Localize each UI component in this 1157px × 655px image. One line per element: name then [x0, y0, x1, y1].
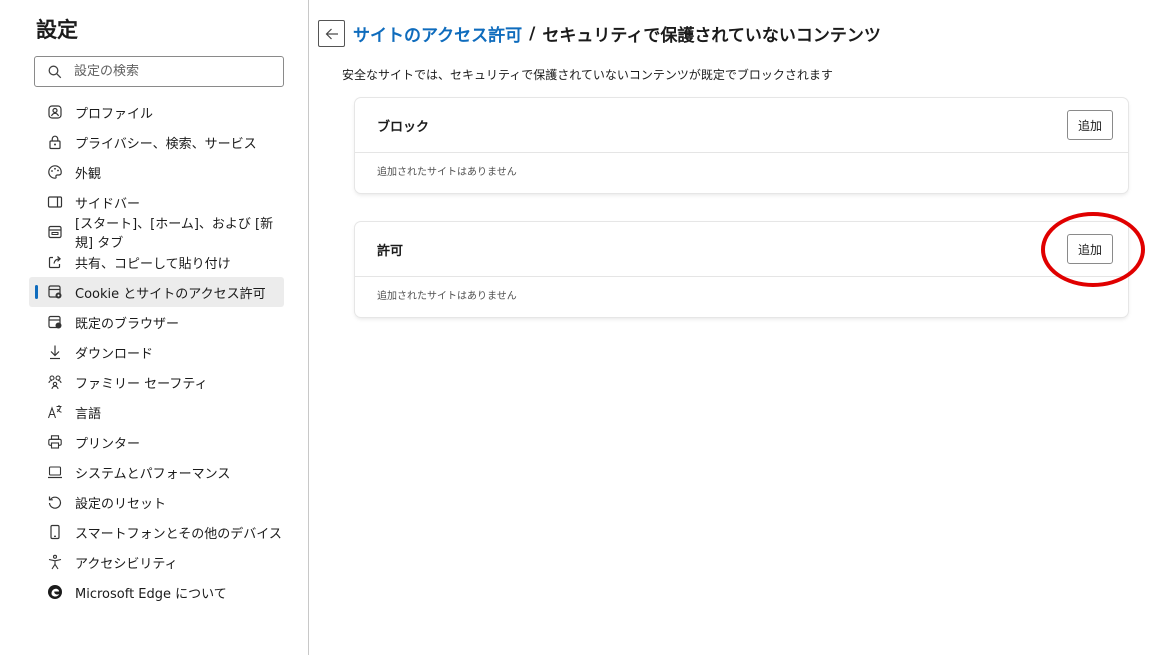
appearance-icon [47, 164, 63, 180]
system-icon [47, 464, 63, 480]
home-tab-icon [47, 224, 63, 240]
sidebar-item-cookies-site-permissions[interactable]: Cookie とサイトのアクセス許可 [29, 277, 284, 307]
sidebar-item-profile[interactable]: プロファイル [29, 97, 284, 127]
sidebar-item-reset-settings[interactable]: 設定のリセット [29, 487, 284, 517]
page-header: サイトのアクセス許可 / セキュリティで保護されていないコンテンツ [318, 20, 881, 47]
sidebar-item-downloads[interactable]: ダウンロード [29, 337, 284, 367]
arrow-left-icon [325, 28, 338, 39]
accessibility-icon [47, 554, 63, 570]
language-icon [47, 404, 63, 420]
allow-add-button[interactable]: 追加 [1066, 234, 1113, 264]
sidebar-item-label: Microsoft Edge について [75, 586, 227, 602]
family-icon [47, 374, 63, 390]
sidebar-item-label: 言語 [75, 406, 102, 422]
sidebar-item-label: プロファイル [75, 106, 154, 122]
sidebar-item-phone-devices[interactable]: スマートフォンとその他のデバイス [29, 517, 284, 547]
sidebar-item-privacy[interactable]: プライバシー、検索、サービス [29, 127, 284, 157]
sidebar-item-label: ダウンロード [75, 346, 154, 362]
phone-icon [47, 524, 63, 540]
sidebar-item-label: 共有、コピーして貼り付け [75, 256, 231, 272]
default-browser-icon [47, 314, 63, 330]
allow-empty-text: 追加されたサイトはありません [377, 291, 517, 302]
sidebar-item-appearance[interactable]: 外観 [29, 157, 284, 187]
block-add-button[interactable]: 追加 [1066, 110, 1113, 140]
share-icon [47, 254, 63, 270]
search-icon [48, 65, 62, 78]
breadcrumb-site-permissions-link[interactable]: サイトのアクセス許可 [353, 21, 522, 46]
lock-icon [47, 134, 63, 150]
sidebar-item-system-performance[interactable]: システムとパフォーマンス [29, 457, 284, 487]
page-description: 安全なサイトでは、セキュリティで保護されていないコンテンツが既定でブロックされま… [342, 68, 833, 82]
settings-nav: プロファイル プライバシー、検索、サービス 外観 サイドバー [スタート]、[ホ… [0, 97, 308, 607]
sidebar-item-share-copy-paste[interactable]: 共有、コピーして貼り付け [29, 247, 284, 277]
block-empty-text: 追加されたサイトはありません [377, 167, 517, 178]
block-card-header: ブロック 追加 [355, 98, 1128, 153]
sidebar-item-accessibility[interactable]: アクセシビリティ [29, 547, 284, 577]
settings-sidebar: 設定 プロファイル プライバシー、検索、サービス 外観 サイドバー [スタート]… [0, 0, 309, 655]
profile-icon [47, 104, 63, 120]
block-card: ブロック 追加 追加されたサイトはありません [355, 98, 1128, 193]
sidebar-item-label: システムとパフォーマンス [75, 466, 231, 482]
sidebar-item-family-safety[interactable]: ファミリー セーフティ [29, 367, 284, 397]
printer-icon [47, 434, 63, 450]
sidebar-item-label: 既定のブラウザー [75, 316, 180, 332]
sidebar-item-label: [スタート]、[ホーム]、および [新規] タブ [75, 217, 274, 251]
sidebar-item-default-browser[interactable]: 既定のブラウザー [29, 307, 284, 337]
settings-title: 設定 [36, 18, 78, 42]
page-title: セキュリティで保護されていないコンテンツ [542, 26, 881, 46]
main-content: サイトのアクセス許可 / セキュリティで保護されていないコンテンツ 安全なサイト… [310, 0, 1157, 655]
sidebar-item-label: 設定のリセット [75, 496, 167, 512]
edge-logo-icon [47, 584, 63, 600]
sidebar-item-label: プリンター [75, 436, 141, 452]
sidebar-item-label: プライバシー、検索、サービス [75, 136, 257, 152]
back-button[interactable] [318, 20, 345, 47]
allow-card: 許可 追加 追加されたサイトはありません [355, 222, 1128, 317]
reset-icon [47, 494, 63, 510]
block-card-title: ブロック [377, 119, 430, 135]
sidebar-item-about-edge[interactable]: Microsoft Edge について [29, 577, 284, 607]
sidebar-item-languages[interactable]: 言語 [29, 397, 284, 427]
sidebar-item-label: スマートフォンとその他のデバイス [75, 526, 282, 542]
download-icon [47, 344, 63, 360]
sidebar-item-label: サイドバー [75, 196, 141, 212]
cookie-permissions-icon [47, 284, 63, 300]
sidebar-item-label: 外観 [75, 166, 102, 182]
sidebar-item-printers[interactable]: プリンター [29, 427, 284, 457]
sidebar-item-start-home-new-tab[interactable]: [スタート]、[ホーム]、および [新規] タブ [29, 217, 284, 251]
allow-card-header: 許可 追加 [355, 222, 1128, 277]
sidebar-item-label: アクセシビリティ [75, 556, 178, 572]
sidebar-item-label: ファミリー セーフティ [75, 376, 208, 392]
allow-card-title: 許可 [377, 243, 404, 259]
breadcrumb-separator: / [529, 23, 536, 44]
sidebar-item-label: Cookie とサイトのアクセス許可 [75, 286, 266, 302]
search-input[interactable] [74, 64, 264, 79]
settings-search-box[interactable] [34, 56, 284, 87]
sidebar-icon [47, 194, 63, 210]
